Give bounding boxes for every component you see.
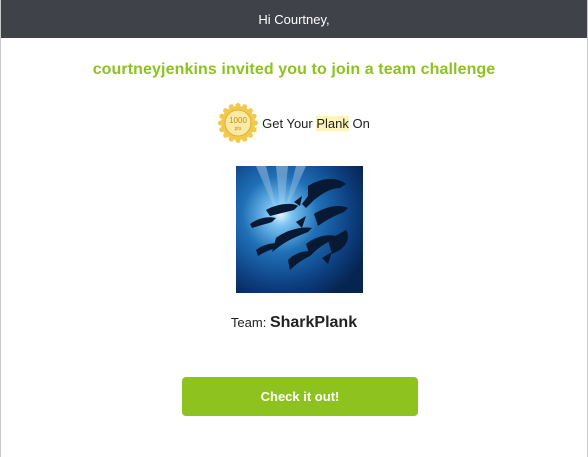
sharks-underwater-image xyxy=(236,166,363,293)
points-badge-icon: 1000 pts xyxy=(218,103,259,143)
badge-unit: pts xyxy=(235,126,242,132)
challenge-name-highlight: Plank xyxy=(316,115,349,131)
check-it-out-label: Check it out! xyxy=(260,389,340,404)
badge-points: 1000 xyxy=(229,116,247,125)
challenge-name-part: On xyxy=(348,115,370,131)
team-line: Team: SharkPlank xyxy=(1,314,587,332)
team-name: SharkPlank xyxy=(269,314,358,331)
invite-headline: courtneyjenkins invited you to join a te… xyxy=(92,61,496,78)
greeting: Hi Courtney, xyxy=(258,11,330,27)
team-photo xyxy=(236,166,363,293)
check-it-out-button[interactable]: Check it out! xyxy=(182,377,418,416)
challenge-name-part: Get Your xyxy=(262,115,317,131)
team-label: Team: xyxy=(230,315,267,330)
challenge-name: Get Your Plank On xyxy=(262,115,370,131)
email-header: Hi Courtney, xyxy=(1,0,587,38)
challenge-row: 1000 pts Get Your Plank On xyxy=(1,102,587,144)
email-body: Hi Courtney, courtneyjenkins invited you… xyxy=(0,0,588,457)
